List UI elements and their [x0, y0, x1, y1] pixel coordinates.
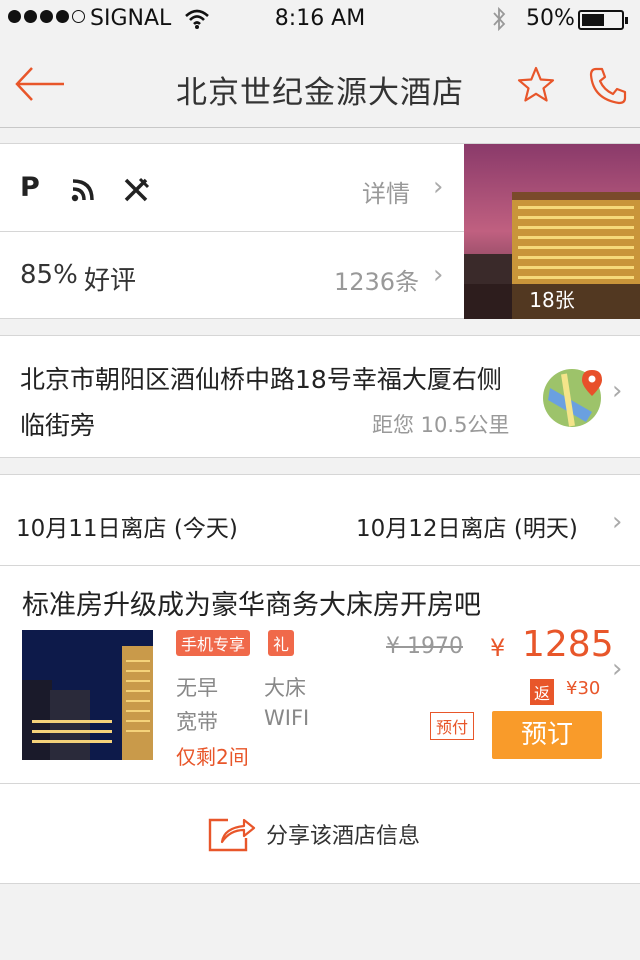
cashback-badge: 返 [530, 679, 555, 705]
share-row[interactable]: 分享该酒店信息 [0, 784, 640, 884]
room-row[interactable]: 标准房升级成为豪华商务大床房开房吧 手机专享 礼 无早 大床 宽带 WIFI 仅… [0, 566, 640, 783]
price: 1285 [522, 624, 614, 665]
chevron-right-icon: › [612, 376, 623, 406]
favorite-star-icon[interactable] [516, 66, 556, 108]
bluetooth-icon [492, 6, 506, 38]
address-card[interactable]: 北京市朝阳区酒仙桥中路18号幸福大厦右侧 临街旁 距您 10.5公里 › [0, 335, 640, 458]
battery-percent: 50% [526, 6, 575, 31]
checkout-date[interactable]: 10月12日离店 (明天) [356, 509, 578, 543]
room-photo [22, 630, 153, 760]
rating-row[interactable]: 85% 好评 1236条 › [0, 232, 464, 319]
chevron-right-icon: › [612, 654, 623, 684]
room-feature-broadband: 宽带 [176, 710, 218, 734]
address-line-2: 临街旁 [20, 411, 96, 440]
chevron-right-icon: › [612, 507, 623, 537]
rating-percent: 85% [20, 260, 78, 290]
currency-symbol: ¥ [490, 634, 506, 662]
nav-bar: 北京世纪金源大酒店 [0, 40, 640, 128]
distance: 距您 10.5公里 [372, 413, 510, 437]
restaurant-icon [122, 177, 150, 207]
hotel-photo[interactable]: 18张 [464, 144, 640, 319]
room-feature-bed: 大床 [264, 676, 306, 700]
original-price: ¥ 1970 [386, 634, 463, 659]
hotel-summary-card: P 详情 › 85% 好评 1236条 › 18张 [0, 143, 640, 319]
facility-details-link: 详情 [362, 180, 410, 208]
mobile-exclusive-tag: 手机专享 [176, 630, 251, 656]
chevron-right-icon: › [433, 172, 444, 202]
prepay-badge: 预付 [430, 712, 475, 740]
wifi-facility-icon [70, 177, 96, 207]
parking-icon: P [20, 172, 40, 203]
room-feature-wifi: WIFI [264, 706, 310, 730]
photo-count: 18张 [529, 288, 575, 312]
review-count: 1236条 [334, 268, 420, 296]
room-title: 标准房升级成为豪华商务大床房开房吧 [22, 590, 481, 621]
map-pin-icon [542, 366, 606, 434]
rating-label: 好评 [84, 266, 137, 296]
gift-tag: 礼 [268, 630, 295, 656]
rooms-remaining: 仅剩2间 [176, 745, 249, 769]
book-button[interactable]: 预订 [492, 711, 602, 759]
checkin-date[interactable]: 10月11日离店 (今天) [16, 509, 238, 543]
chevron-right-icon: › [433, 260, 444, 290]
facilities-row[interactable]: P 详情 › [0, 144, 464, 231]
share-label: 分享该酒店信息 [266, 824, 421, 849]
share-icon [206, 814, 256, 858]
battery-icon [578, 10, 628, 30]
booking-card: 10月11日离店 (今天) 10月12日离店 (明天) › 标准房升级成为豪华商… [0, 474, 640, 884]
cashback-amount: ¥30 [566, 678, 601, 699]
status-bar: SIGNAL 8:16 AM 50% [0, 0, 640, 40]
address-line-1: 北京市朝阳区酒仙桥中路18号幸福大厦右侧 [20, 365, 502, 394]
room-feature-breakfast: 无早 [176, 676, 218, 700]
phone-icon[interactable] [588, 66, 628, 110]
